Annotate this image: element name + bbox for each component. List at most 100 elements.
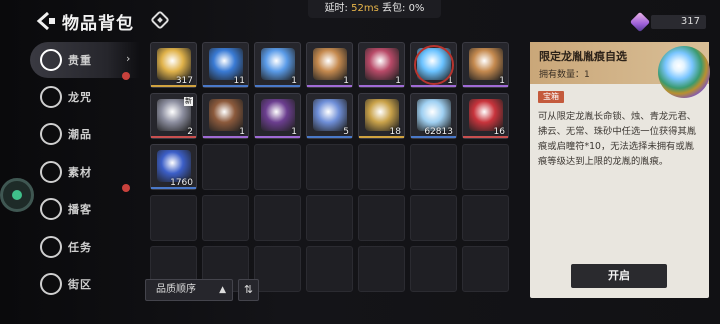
item-count: 1 [239,127,245,137]
chevron-right-icon: › [126,52,131,65]
sidebar-item-3[interactable]: 素材 [30,154,140,192]
inventory-slot[interactable]: 11 [202,42,249,88]
page-title: 物品背包 [62,14,134,34]
item-count: 1760 [170,178,193,188]
inventory-slot[interactable]: 317 [150,42,197,88]
inventory-slot[interactable]: 1760 [150,144,197,190]
material-icon [40,161,62,183]
inventory-slot[interactable]: 5 [306,93,353,139]
item-count: 62813 [424,127,453,137]
sort-label: 品质顺序 [156,284,196,295]
empty-slot[interactable] [410,195,457,241]
empty-slot[interactable] [306,246,353,292]
inventory-slot[interactable]: 1 [462,42,509,88]
empty-slot[interactable] [410,144,457,190]
item-type-badge: 宝箱 [538,91,564,103]
sidebar-item-2[interactable]: 潮品 [30,116,140,152]
item-name: 限定龙胤胤痕自选 [539,50,627,63]
sort-order-toggle[interactable]: ⇅ [238,279,259,301]
currency-count: 317 [651,15,706,29]
loss-value: 0% [408,3,425,14]
empty-slot[interactable] [410,246,457,292]
inventory-slot[interactable]: 1 [410,42,457,88]
inventory-slot[interactable]: 1 [358,42,405,88]
empty-slot[interactable] [150,195,197,241]
task-icon [40,236,62,258]
item-icon [209,99,243,131]
loss-label: 丢包: [382,3,406,14]
owned-count: 拥有数量：1 [539,70,590,80]
sidebar-item-label: 潮品 [68,128,92,141]
item-count: 18 [389,127,401,137]
empty-slot[interactable] [462,195,509,241]
item-count: 317 [175,76,193,86]
floating-assistant-icon[interactable] [0,178,34,212]
empty-slot[interactable] [358,195,405,241]
item-icon [313,48,347,80]
item-count: 2 [187,127,193,137]
item-count: 1 [291,127,297,137]
top-bar: 物品背包 延时: 52ms 丢包: 0% 317 [0,0,720,40]
sidebar-item-label: 贵重 [68,54,92,67]
empty-slot[interactable] [462,144,509,190]
empty-slot[interactable] [254,195,301,241]
item-count: 1 [395,76,401,86]
item-count: 1 [291,76,297,86]
empty-slot[interactable] [254,246,301,292]
item-count: 16 [493,127,505,137]
item-icon [469,48,503,80]
item-count: 5 [343,127,349,137]
sidebar-item-label: 任务 [68,241,92,254]
back-icon[interactable] [36,11,62,31]
new-badge: 新 [184,97,193,106]
sidebar-item-1[interactable]: 龙咒 [30,79,140,115]
ping-label: 延时: [324,3,348,14]
inventory-slot[interactable]: 1 [306,42,353,88]
item-description: 可从限定龙胤长命锁、烛、青龙元君、拂云、无常、珠砂中任选一位获得其胤痕或启瞳符*… [538,111,697,167]
inventory-slot[interactable]: 1 [254,93,301,139]
empty-slot[interactable] [254,144,301,190]
sidebar-item-label: 播客 [68,203,92,216]
item-icon [261,48,295,80]
inventory-slot[interactable]: 2新 [150,93,197,139]
selection-ring [414,45,454,85]
inventory-slot[interactable]: 62813 [410,93,457,139]
sidebar-item-label: 素材 [68,166,92,179]
inventory-slot[interactable]: 18 [358,93,405,139]
empty-slot[interactable] [462,246,509,292]
open-button[interactable]: 开启 [571,264,667,288]
item-count: 11 [233,76,245,86]
inventory-screen: 物品背包 延时: 52ms 丢包: 0% 317 贵重 › 龙咒潮品素材播客任务街区… [0,0,720,324]
network-status: 延时: 52ms 丢包: 0% [308,0,441,18]
item-icon [313,99,347,131]
valuable-icon [40,49,62,71]
empty-slot[interactable] [358,144,405,190]
sidebar-item-6[interactable]: 街区 [30,266,140,302]
sidebar-item-label: 龙咒 [68,91,92,104]
empty-slot[interactable] [306,144,353,190]
currency-display[interactable]: 317 [629,11,706,33]
inventory-slot[interactable]: 16 [462,93,509,139]
inventory-slot[interactable]: 1 [202,93,249,139]
item-icon [365,48,399,80]
district-icon [40,273,62,295]
fashion-icon [40,123,62,145]
sort-dropdown[interactable]: 品质顺序 ▲ [145,279,233,301]
empty-slot[interactable] [306,195,353,241]
sidebar-item-0[interactable]: 贵重 › [30,42,140,80]
gem-icon [629,11,651,33]
item-count: 1 [499,76,505,86]
sidebar-item-label: 街区 [68,278,92,291]
empty-slot[interactable] [358,246,405,292]
sidebar-item-5[interactable]: 任务 [30,229,140,265]
caret-up-icon: ▲ [219,285,226,295]
empty-slot[interactable] [202,144,249,190]
sidebar-item-4[interactable]: 播客 [30,191,140,227]
item-count: 1 [343,76,349,86]
ping-value: 52ms [351,3,379,14]
diamond-icon [150,10,170,30]
empty-slot[interactable] [202,195,249,241]
category-sidebar: 贵重 › 龙咒潮品素材播客任务街区 [30,42,140,312]
inventory-slot[interactable]: 1 [254,42,301,88]
item-icon [261,99,295,131]
